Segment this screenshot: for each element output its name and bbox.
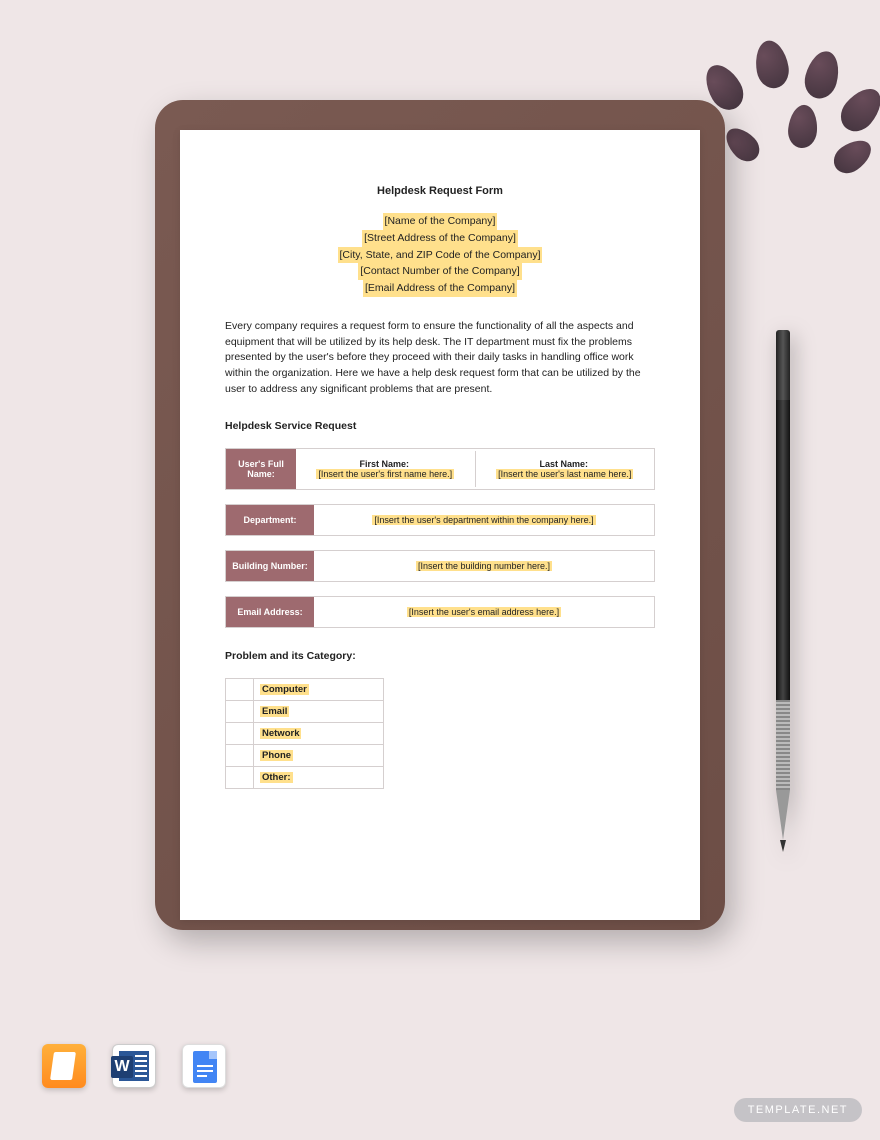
pages-app-icon[interactable]	[42, 1044, 86, 1088]
category-row: Other:	[226, 766, 384, 788]
google-docs-app-icon[interactable]	[182, 1044, 226, 1088]
first-name-label: First Name:	[359, 459, 409, 469]
company-email: [Email Address of the Company]	[363, 280, 517, 297]
watermark: TEMPLATE.NET	[734, 1098, 862, 1122]
full-name-label: User's Full Name:	[226, 449, 296, 489]
field-building: Building Number: [Insert the building nu…	[225, 550, 655, 582]
category-row: Network	[226, 722, 384, 744]
building-value: [Insert the building number here.]	[416, 561, 552, 571]
app-icons-row	[42, 1044, 226, 1088]
category-name: Computer	[254, 678, 384, 700]
field-full-name: User's Full Name: First Name: [Insert th…	[225, 448, 655, 490]
company-header: [Name of the Company] [Street Address of…	[225, 213, 655, 297]
department-value: [Insert the user's department within the…	[372, 515, 595, 525]
company-phone: [Contact Number of the Company]	[358, 263, 521, 280]
company-name: [Name of the Company]	[383, 213, 498, 230]
word-app-icon[interactable]	[112, 1044, 156, 1088]
department-cell[interactable]: [Insert the user's department within the…	[314, 505, 654, 535]
department-label: Department:	[226, 505, 314, 535]
company-city: [City, State, and ZIP Code of the Compan…	[338, 247, 543, 264]
category-row: Phone	[226, 744, 384, 766]
category-checkbox[interactable]	[226, 722, 254, 744]
category-checkbox[interactable]	[226, 678, 254, 700]
field-email: Email Address: [Insert the user's email …	[225, 596, 655, 628]
last-name-label: Last Name:	[539, 459, 588, 469]
building-cell[interactable]: [Insert the building number here.]	[314, 551, 654, 581]
intro-paragraph: Every company requires a request form to…	[225, 319, 655, 398]
category-checkbox[interactable]	[226, 744, 254, 766]
company-street: [Street Address of the Company]	[362, 230, 518, 247]
category-name: Other:	[254, 766, 384, 788]
field-department: Department: [Insert the user's departmen…	[225, 504, 655, 536]
first-name-cell[interactable]: First Name: [Insert the user's first nam…	[296, 451, 476, 487]
last-name-value: [Insert the user's last name here.]	[496, 469, 633, 479]
clipboard: Helpdesk Request Form [Name of the Compa…	[155, 100, 725, 930]
building-label: Building Number:	[226, 551, 314, 581]
category-name: Email	[254, 700, 384, 722]
email-label: Email Address:	[226, 597, 314, 627]
section-problem: Problem and its Category:	[225, 650, 655, 662]
category-name: Network	[254, 722, 384, 744]
category-row: Computer	[226, 678, 384, 700]
first-name-value: [Insert the user's first name here.]	[316, 469, 454, 479]
decorative-pen	[776, 330, 790, 850]
category-name: Phone	[254, 744, 384, 766]
category-row: Email	[226, 700, 384, 722]
problem-category-table: Computer Email Network Phone Other:	[225, 678, 384, 789]
email-value: [Insert the user's email address here.]	[407, 607, 561, 617]
email-cell[interactable]: [Insert the user's email address here.]	[314, 597, 654, 627]
category-checkbox[interactable]	[226, 700, 254, 722]
last-name-cell[interactable]: Last Name: [Insert the user's last name …	[476, 451, 655, 487]
section-service-request: Helpdesk Service Request	[225, 420, 655, 432]
document-paper: Helpdesk Request Form [Name of the Compa…	[180, 130, 700, 920]
document-title: Helpdesk Request Form	[225, 185, 655, 197]
category-checkbox[interactable]	[226, 766, 254, 788]
